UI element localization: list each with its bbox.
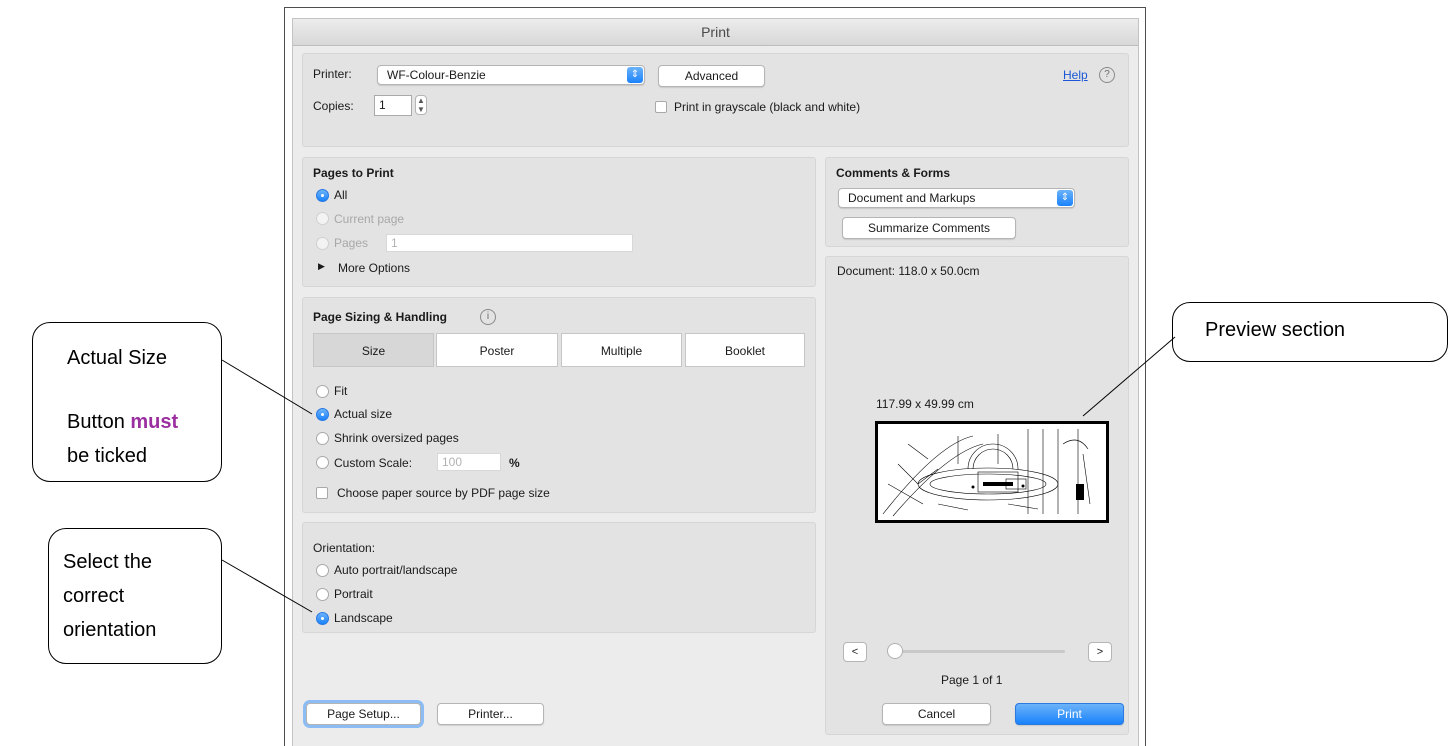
- landscape-radio[interactable]: [316, 612, 329, 625]
- fit-radio[interactable]: [316, 385, 329, 398]
- custom-scale-field[interactable]: 100: [437, 453, 501, 471]
- custom-scale-label: Custom Scale:: [334, 456, 413, 470]
- page-sizing-panel: [302, 297, 816, 513]
- comments-forms-value: Document and Markups: [848, 191, 976, 205]
- paper-source-checkbox[interactable]: [316, 487, 328, 499]
- info-icon[interactable]: i: [480, 309, 496, 325]
- page-sizing-heading: Page Sizing & Handling: [313, 310, 448, 324]
- comments-forms-heading: Comments & Forms: [836, 166, 951, 180]
- callout-text: Actual Size: [67, 347, 168, 369]
- popup-arrows-icon: ⇕: [627, 67, 643, 83]
- current-page-label: Current page: [334, 212, 405, 226]
- portrait-radio[interactable]: [316, 588, 329, 601]
- help-icon[interactable]: ?: [1099, 67, 1115, 83]
- callout-text: Select the: [63, 551, 152, 573]
- help-link[interactable]: Help: [1063, 68, 1088, 82]
- tab-booklet[interactable]: Booklet: [685, 333, 805, 367]
- printer-select[interactable]: WF-Colour-Benzie ⇕: [377, 65, 645, 85]
- tab-size[interactable]: Size: [313, 333, 434, 367]
- pages-range-label: Pages: [334, 236, 369, 250]
- print-dialog: Print Printer: WF-Colour-Benzie ⇕ Advanc…: [292, 18, 1139, 746]
- shrink-oversized-label: Shrink oversized pages: [334, 431, 459, 445]
- page-indicator: Page 1 of 1: [941, 673, 1003, 687]
- printer-button[interactable]: Printer...: [437, 703, 544, 725]
- pages-to-print-heading: Pages to Print: [313, 166, 394, 180]
- print-button[interactable]: Print: [1015, 703, 1124, 725]
- landscape-label: Landscape: [334, 611, 393, 625]
- tab-multiple[interactable]: Multiple: [561, 333, 682, 367]
- auto-orientation-radio[interactable]: [316, 564, 329, 577]
- page-setup-button[interactable]: Page Setup...: [306, 703, 421, 725]
- copies-field[interactable]: 1: [374, 95, 412, 116]
- tab-poster[interactable]: Poster: [436, 333, 558, 367]
- fit-label: Fit: [334, 384, 348, 398]
- callout-text: be ticked: [67, 445, 148, 467]
- grayscale-checkbox[interactable]: [655, 101, 667, 113]
- comments-forms-select[interactable]: Document and Markups ⇕: [838, 188, 1075, 208]
- actual-size-callout: Actual Size Button must be ticked: [32, 322, 222, 482]
- callout-text: Button: [67, 411, 131, 433]
- preview-callout: Preview section: [1172, 302, 1448, 362]
- advanced-button[interactable]: Advanced: [658, 65, 765, 87]
- page-slider-knob[interactable]: [887, 643, 903, 659]
- callout-text: orientation: [63, 619, 157, 641]
- orientation-callout: Select the correct orientation: [48, 528, 222, 664]
- callout-text: correct: [63, 585, 125, 607]
- copies-label: Copies:: [313, 99, 354, 113]
- more-options-label[interactable]: More Options: [338, 261, 410, 275]
- printer-label: Printer:: [313, 67, 352, 81]
- callout-emphasis: must: [130, 411, 179, 433]
- previous-page-button[interactable]: <: [843, 642, 867, 662]
- pages-range-radio[interactable]: [316, 237, 329, 250]
- percent-label: %: [509, 456, 520, 470]
- summarize-comments-button[interactable]: Summarize Comments: [842, 217, 1016, 239]
- callout-text: Preview section: [1205, 319, 1346, 341]
- pages-range-field[interactable]: 1: [386, 234, 633, 252]
- page-preview-thumbnail: [875, 421, 1109, 523]
- page-slider-track[interactable]: [893, 650, 1065, 653]
- next-page-button[interactable]: >: [1088, 642, 1112, 662]
- pages-all-radio[interactable]: [316, 189, 329, 202]
- portrait-label: Portrait: [334, 587, 373, 601]
- pages-all-label: All: [334, 188, 348, 202]
- cancel-button[interactable]: Cancel: [882, 703, 991, 725]
- orientation-heading: Orientation:: [313, 541, 376, 555]
- document-size-label: Document: 118.0 x 50.0cm: [837, 264, 980, 278]
- copies-stepper[interactable]: ▲ ▼: [415, 95, 427, 115]
- dialog-title: Print: [293, 19, 1138, 46]
- drawing-preview-image: [882, 429, 1091, 517]
- auto-orientation-label: Auto portrait/landscape: [334, 563, 458, 577]
- custom-scale-radio[interactable]: [316, 456, 329, 469]
- actual-size-label: Actual size: [334, 407, 393, 421]
- paper-source-label: Choose paper source by PDF page size: [337, 486, 550, 500]
- actual-size-radio[interactable]: [316, 408, 329, 421]
- popup-arrows-icon: ⇕: [1057, 190, 1073, 206]
- page-size-label: 117.99 x 49.99 cm: [876, 397, 974, 411]
- current-page-radio[interactable]: [316, 212, 329, 225]
- callout-text: Button must: [67, 411, 178, 434]
- grayscale-label: Print in grayscale (black and white): [674, 100, 861, 114]
- printer-select-value: WF-Colour-Benzie: [387, 68, 486, 82]
- shrink-oversized-radio[interactable]: [316, 432, 329, 445]
- more-options-disclosure-icon[interactable]: ▶: [318, 261, 325, 272]
